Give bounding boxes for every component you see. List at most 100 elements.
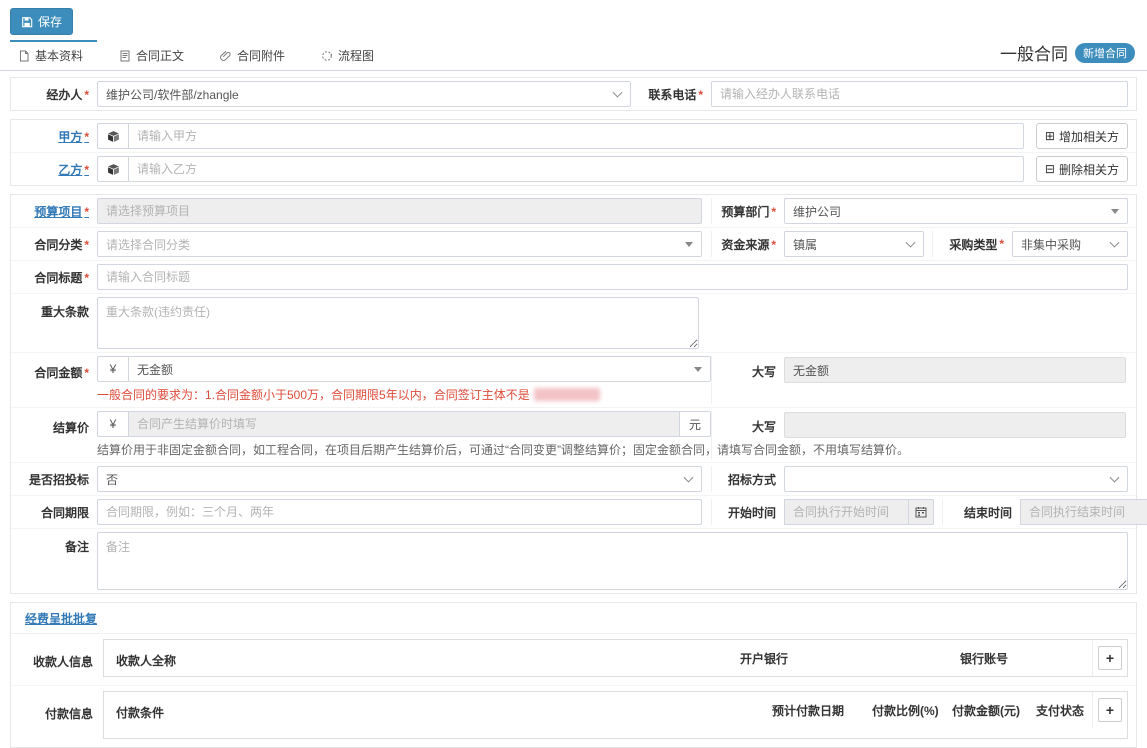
bidding-value: 否: [106, 471, 118, 488]
category-label: 合同分类: [19, 236, 97, 253]
payee-info-label: 收款人信息: [11, 639, 103, 670]
column-header-payment-ratio: 付款比例(%): [864, 692, 944, 728]
payment-section-group: 经费呈批批复 收款人信息 收款人全称 开户银行 银行账号 + 付款信息 付款条件: [10, 602, 1137, 748]
bidding-method-select[interactable]: [784, 466, 1128, 492]
payee-table: 收款人全称 开户银行 银行账号 +: [103, 639, 1128, 677]
settlement-input-group: ¥ 元: [97, 411, 711, 437]
add-payment-button[interactable]: +: [1098, 698, 1122, 722]
contract-form-page: 保存 基本资料 合同正文 合同附件 流程图 一般合同 新增合同: [0, 0, 1147, 748]
party-a-row: 甲方 ⊞ 增加相关方: [11, 120, 1136, 153]
dropdown-triangle-icon: [685, 242, 693, 247]
add-payee-button[interactable]: +: [1098, 646, 1122, 670]
end-time-input: [1020, 499, 1147, 525]
start-time-group: [784, 499, 934, 525]
tab-flowchart[interactable]: 流程图: [313, 40, 388, 70]
budget-dept-label: 预算部门: [712, 203, 784, 220]
redacted-text: [534, 388, 600, 401]
payment-add-cell: +: [1092, 692, 1127, 728]
bidding-label: 是否招投标: [19, 471, 97, 488]
flowchart-icon: [321, 50, 333, 62]
contract-type-title: 一般合同: [1000, 40, 1068, 65]
party-b-input[interactable]: [128, 156, 1024, 182]
tab-basic-info[interactable]: 基本资料: [10, 40, 97, 70]
contract-title-input[interactable]: [97, 264, 1128, 290]
tab-contract-text[interactable]: 合同正文: [111, 40, 198, 70]
save-button-label: 保存: [38, 13, 62, 30]
add-related-party-label: 增加相关方: [1059, 128, 1119, 145]
save-icon: [21, 16, 33, 28]
fund-source-select[interactable]: 镇属: [784, 231, 924, 257]
start-time-input: [784, 499, 909, 525]
funding-approval-link[interactable]: 经费呈批批复: [25, 612, 97, 626]
handler-group: 经办人 维护公司/软件部/zhangle 联系电话: [10, 77, 1137, 111]
payment-table-body-space: [104, 728, 1127, 738]
save-button[interactable]: 保存: [10, 8, 73, 35]
party-a-input[interactable]: [128, 123, 1024, 149]
calendar-icon[interactable]: [909, 499, 934, 525]
settlement-input: [128, 411, 680, 437]
settlement-label: 结算价: [19, 413, 97, 436]
settlement-caps-field: [784, 412, 1126, 438]
phone-label: 联系电话: [631, 86, 711, 103]
chevron-down-icon: [613, 88, 623, 98]
tab-label: 合同正文: [136, 47, 184, 64]
party-picker-cube-icon[interactable]: [97, 123, 128, 149]
amount-input-group: ¥ 无金额: [97, 356, 711, 382]
bidding-select[interactable]: 否: [97, 466, 702, 492]
party-b-input-group: [97, 156, 1024, 182]
settlement-row: 结算价 ¥ 元 结算价用于非固定金额合同，如工程合同，在项目后期产生结算价后，可…: [11, 408, 1136, 463]
main-fields-group: 预算项目 预算部门 维护公司 合同分类 请选择合同分类 资金来源: [10, 194, 1137, 594]
dropdown-triangle-icon: [1111, 209, 1119, 214]
start-time-label: 开始时间: [712, 504, 784, 521]
payment-table-header: 付款条件 预计付款日期 付款比例(%) 付款金额(元) 支付状态 +: [104, 692, 1127, 728]
amount-row: 合同金额 ¥ 无金额 一般合同的要求为：1.合同金额小于500万，合同期限5年以…: [11, 353, 1136, 408]
tab-contract-attachments[interactable]: 合同附件: [212, 40, 299, 70]
amount-warning: 一般合同的要求为：1.合同金额小于500万，合同期限5年以内，合同签订主体不是: [97, 386, 600, 403]
category-select[interactable]: 请选择合同分类: [97, 231, 702, 257]
category-row: 合同分类 请选择合同分类 资金来源 镇属 采购类型 非集中采购: [11, 228, 1136, 261]
procurement-select[interactable]: 非集中采购: [1012, 231, 1128, 257]
add-related-party-button[interactable]: ⊞ 增加相关方: [1036, 123, 1128, 149]
party-picker-cube-icon[interactable]: [97, 156, 128, 182]
tab-label: 基本资料: [35, 47, 83, 64]
budget-row: 预算项目 预算部门 维护公司: [11, 195, 1136, 228]
remove-related-party-label: 删除相关方: [1059, 161, 1119, 178]
remove-related-party-button[interactable]: ⊟ 删除相关方: [1036, 156, 1128, 182]
party-a-label-link[interactable]: 甲方: [19, 128, 97, 145]
phone-input[interactable]: [711, 81, 1128, 107]
payment-info-row: 付款信息 付款条件 预计付款日期 付款比例(%) 付款金额(元) 支付状态 +: [11, 686, 1136, 747]
amount-select[interactable]: 无金额: [128, 356, 711, 382]
budget-dept-select[interactable]: 维护公司: [784, 198, 1128, 224]
chevron-down-icon: [1110, 238, 1120, 248]
procurement-value: 非集中采购: [1021, 236, 1081, 253]
payee-add-cell: +: [1092, 640, 1127, 676]
plus-square-icon: ⊞: [1045, 130, 1055, 142]
major-terms-textarea[interactable]: [97, 297, 699, 349]
column-header-bank: 开户银行: [732, 640, 952, 676]
party-b-row: 乙方 ⊟ 删除相关方: [11, 153, 1136, 185]
tabs: 基本资料 合同正文 合同附件 流程图: [10, 40, 402, 70]
payee-table-header: 收款人全称 开户银行 银行账号 +: [104, 640, 1127, 676]
dropdown-triangle-icon: [694, 367, 702, 372]
party-b-label-link[interactable]: 乙方: [19, 161, 97, 178]
chevron-down-icon: [906, 238, 916, 248]
currency-symbol: ¥: [97, 411, 128, 437]
tab-label: 合同附件: [237, 47, 285, 64]
category-placeholder: 请选择合同分类: [106, 236, 190, 253]
bidding-method-label: 招标方式: [712, 471, 784, 488]
budget-project-label-link[interactable]: 预算项目: [19, 203, 97, 220]
end-time-group: [1020, 499, 1147, 525]
parties-group: 甲方 ⊞ 增加相关方 乙方 ⊟ 删除相关方: [10, 119, 1137, 186]
currency-symbol: ¥: [97, 356, 128, 382]
budget-project-input: [97, 198, 702, 224]
period-input[interactable]: [97, 499, 702, 525]
fund-source-value: 镇属: [793, 236, 817, 253]
party-a-input-group: [97, 123, 1024, 149]
remarks-row: 备注: [11, 529, 1136, 593]
handler-select[interactable]: 维护公司/软件部/zhangle: [97, 81, 631, 107]
unit-suffix: 元: [680, 411, 711, 437]
remarks-textarea[interactable]: [97, 532, 1128, 590]
budget-dept-value: 维护公司: [793, 203, 841, 220]
settlement-caps-label: 大写: [712, 412, 784, 435]
handler-row: 经办人 维护公司/软件部/zhangle 联系电话: [11, 78, 1136, 110]
